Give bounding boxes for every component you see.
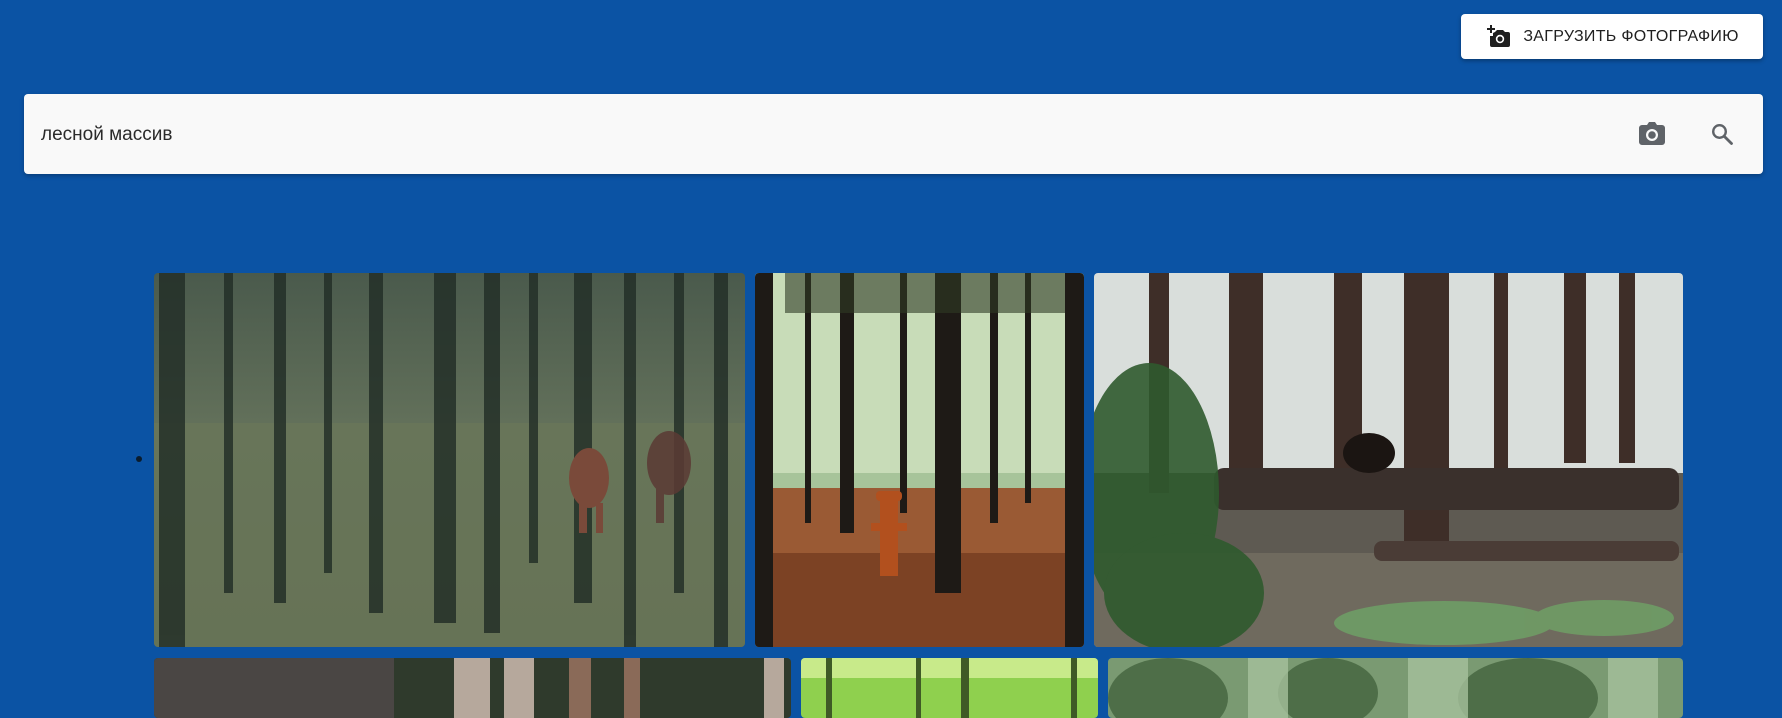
photo-forest-cows[interactable] — [154, 273, 745, 647]
add-a-photo-icon — [1485, 24, 1511, 49]
photo-green-forest[interactable] — [801, 658, 1098, 718]
upload-photo-button[interactable]: ЗАГРУЗИТЬ ФОТОГРАФИЮ — [1461, 14, 1763, 59]
search-icon[interactable] — [1706, 118, 1738, 150]
upload-photo-label: ЗАГРУЗИТЬ ФОТОГРАФИЮ — [1523, 27, 1739, 45]
camera-icon[interactable] — [1636, 118, 1668, 150]
search-input[interactable] — [39, 114, 1603, 156]
photo-forest-trunks[interactable] — [154, 658, 791, 718]
search-bar — [24, 94, 1763, 174]
left-pagination-dot — [136, 456, 142, 462]
photo-redwood-bear[interactable] — [1094, 273, 1683, 647]
photo-pine-hydrant[interactable] — [755, 273, 1084, 647]
photo-conifer-forest[interactable] — [1108, 658, 1683, 718]
